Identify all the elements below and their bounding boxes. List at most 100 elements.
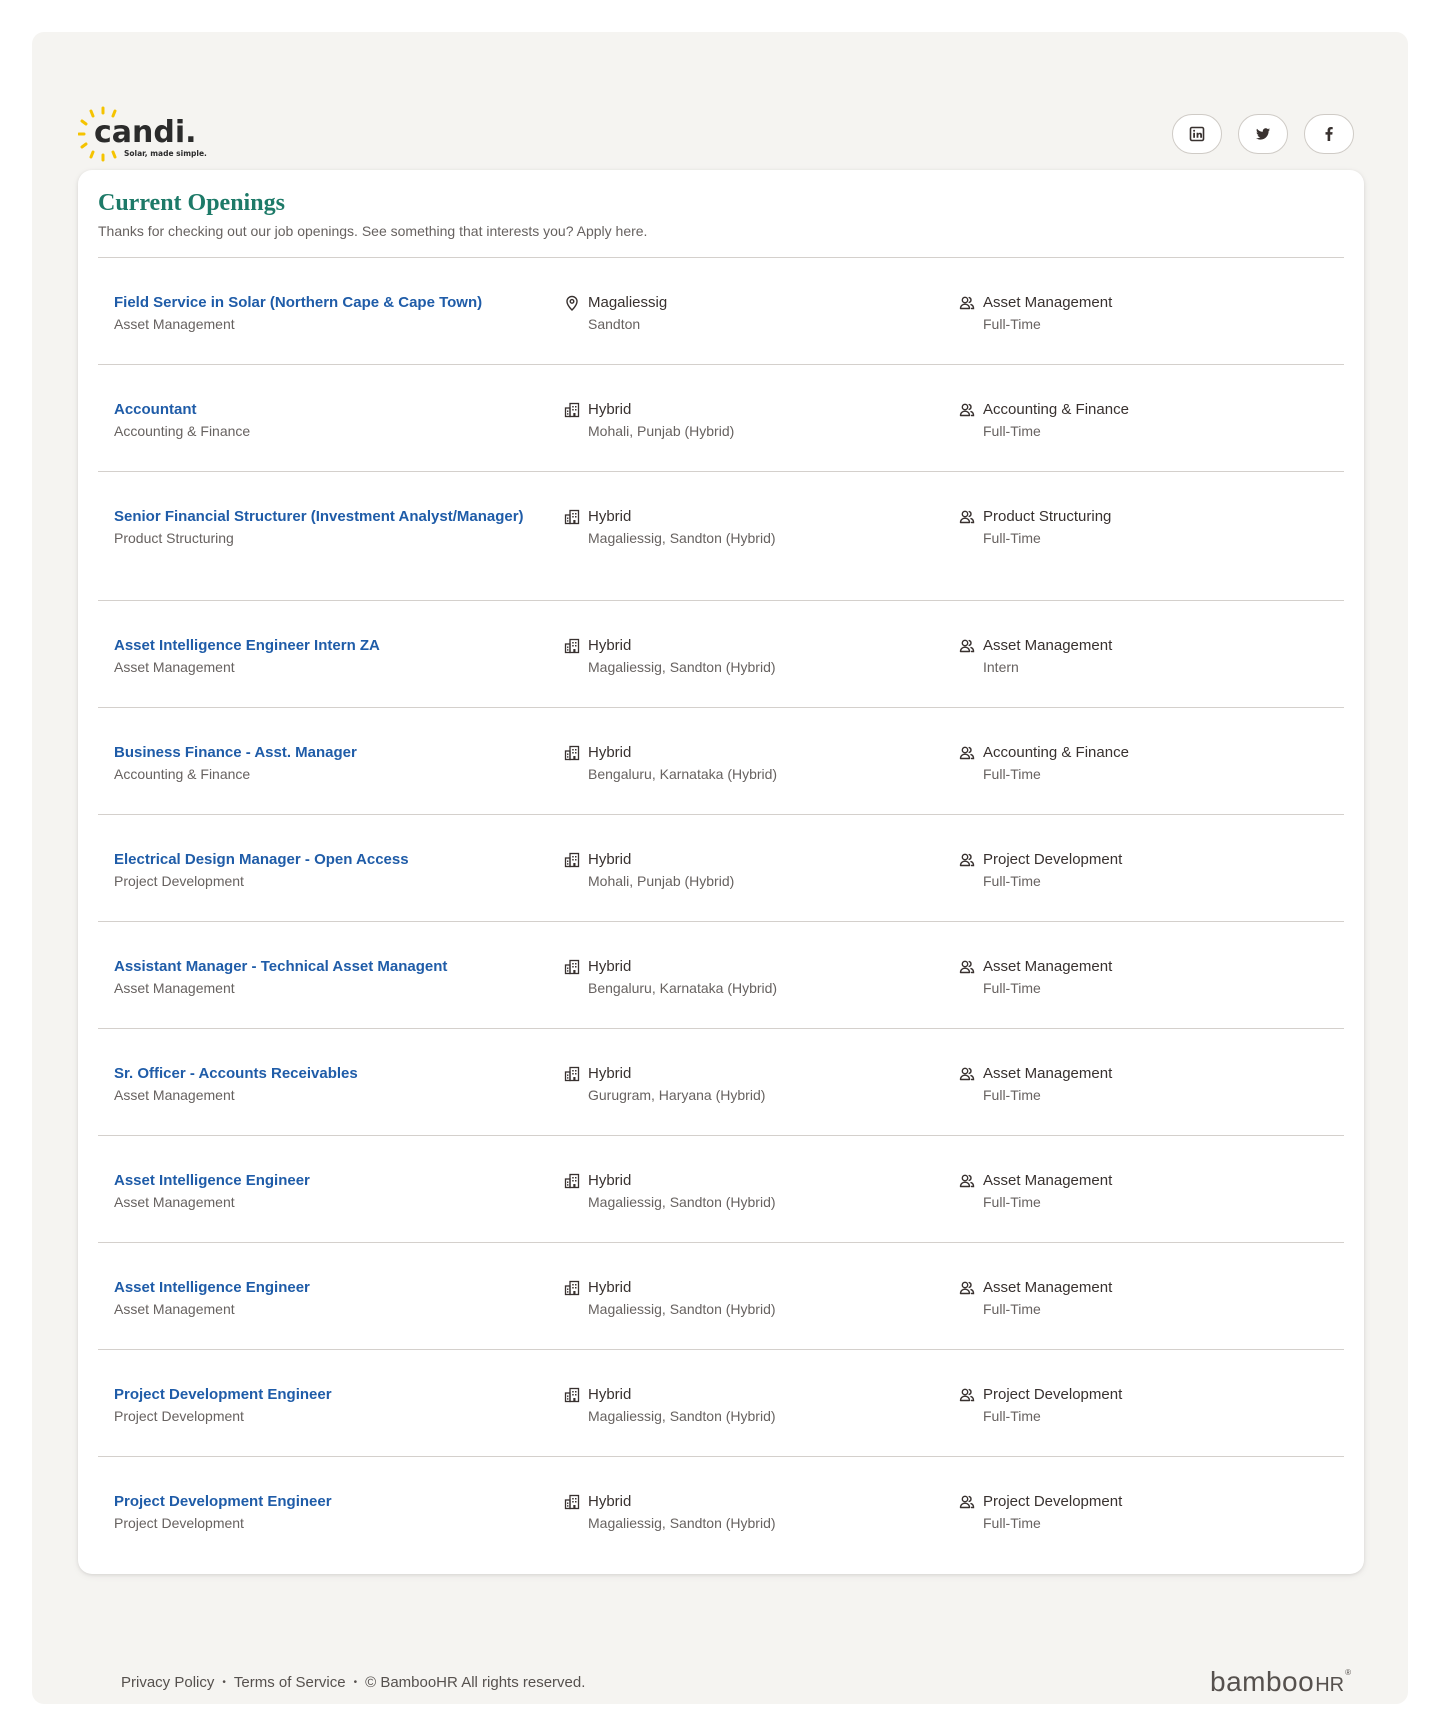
building-icon	[564, 1173, 580, 1189]
openings-card: Current Openings Thanks for checking out…	[78, 170, 1364, 1574]
job-team: Asset Management	[983, 294, 1113, 311]
job-location-type: Hybrid	[588, 958, 632, 975]
job-team: Asset Management	[983, 1065, 1113, 1082]
privacy-policy-link[interactable]: Privacy Policy	[121, 1674, 214, 1691]
job-row: Field Service in Solar (Northern Cape & …	[98, 258, 1344, 365]
job-team-column: Asset Management Full-Time	[959, 1170, 1328, 1242]
job-row: Assistant Manager - Technical Asset Mana…	[98, 922, 1344, 1029]
copyright-text: © BambooHR All rights reserved.	[365, 1673, 586, 1691]
job-title-link[interactable]: Sr. Officer - Accounts Receivables	[114, 1063, 524, 1085]
job-location: Magaliessig, Sandton (Hybrid)	[588, 1194, 776, 1210]
bamboohr-registered-mark: ®	[1345, 1668, 1351, 1677]
job-employment-type: Full-Time	[983, 766, 1041, 782]
social-links	[1172, 114, 1354, 154]
job-team: Product Structuring	[983, 508, 1112, 525]
people-icon	[959, 1387, 975, 1403]
job-title-column: Asset Intelligence Engineer Intern ZA As…	[114, 635, 564, 707]
job-location-column: Hybrid Magaliessig, Sandton (Hybrid)	[564, 1277, 959, 1349]
job-title-link[interactable]: Electrical Design Manager - Open Access	[114, 849, 524, 871]
job-department: Asset Management	[114, 980, 235, 996]
job-team-column: Asset Management Full-Time	[959, 956, 1328, 1028]
people-icon	[959, 745, 975, 761]
job-employment-type: Full-Time	[983, 980, 1041, 996]
job-location-column: Hybrid Magaliessig, Sandton (Hybrid)	[564, 635, 959, 707]
footer-separator: •	[353, 1676, 358, 1688]
job-title-column: Project Development Engineer Project Dev…	[114, 1384, 564, 1456]
job-employment-type: Full-Time	[983, 1408, 1041, 1424]
twitter-button[interactable]	[1238, 114, 1288, 154]
job-location: Magaliessig, Sandton (Hybrid)	[588, 659, 776, 675]
terms-of-service-link[interactable]: Terms of Service	[234, 1674, 346, 1691]
job-location-type: Magaliessig	[588, 294, 668, 311]
job-title-link[interactable]: Business Finance - Asst. Manager	[114, 742, 524, 764]
job-title-link[interactable]: Project Development Engineer	[114, 1384, 524, 1406]
bamboohr-wordmark: bamboo	[1210, 1666, 1315, 1697]
page-title: Current Openings	[98, 190, 285, 216]
job-location-type: Hybrid	[588, 1493, 632, 1510]
people-icon	[959, 509, 975, 525]
job-title-column: Sr. Officer - Accounts Receivables Asset…	[114, 1063, 564, 1135]
job-row: Electrical Design Manager - Open Access …	[98, 815, 1344, 922]
job-title-column: Electrical Design Manager - Open Access …	[114, 849, 564, 921]
job-location-type: Hybrid	[588, 508, 632, 525]
job-location-column: Hybrid Bengaluru, Karnataka (Hybrid)	[564, 742, 959, 814]
job-location-type: Hybrid	[588, 637, 632, 654]
job-employment-type: Full-Time	[983, 1515, 1041, 1531]
building-icon	[564, 402, 580, 418]
job-location: Mohali, Punjab (Hybrid)	[588, 423, 735, 439]
facebook-button[interactable]	[1304, 114, 1354, 154]
job-title-column: Field Service in Solar (Northern Cape & …	[114, 292, 564, 364]
job-title-link[interactable]: Asset Intelligence Engineer	[114, 1170, 524, 1192]
candi-logo[interactable]: candi. Solar, made simple.	[78, 104, 218, 164]
job-title-link[interactable]: Senior Financial Structurer (Investment …	[114, 506, 524, 528]
job-title-column: Assistant Manager - Technical Asset Mana…	[114, 956, 564, 1028]
job-department: Asset Management	[114, 1301, 235, 1317]
job-location-type: Hybrid	[588, 1172, 632, 1189]
job-department: Accounting & Finance	[114, 423, 251, 439]
job-department: Accounting & Finance	[114, 766, 251, 782]
logo-graphic: candi. Solar, made simple.	[78, 106, 207, 162]
job-employment-type: Full-Time	[983, 316, 1041, 332]
building-icon	[564, 1387, 580, 1403]
job-team: Asset Management	[983, 1172, 1113, 1189]
job-team: Accounting & Finance	[983, 744, 1129, 761]
job-location-type: Hybrid	[588, 851, 632, 868]
building-icon	[564, 852, 580, 868]
job-location-type: Hybrid	[588, 401, 632, 418]
job-team-column: Project Development Full-Time	[959, 1491, 1328, 1564]
job-title-link[interactable]: Project Development Engineer	[114, 1491, 524, 1513]
job-title-link[interactable]: Asset Intelligence Engineer	[114, 1277, 524, 1299]
bamboohr-logo[interactable]: bamboo HR ®	[1210, 1666, 1351, 1697]
job-title-column: Business Finance - Asst. Manager Account…	[114, 742, 564, 814]
job-title-link[interactable]: Asset Intelligence Engineer Intern ZA	[114, 635, 524, 657]
job-title-column: Accountant Accounting & Finance	[114, 399, 564, 471]
job-row: Business Finance - Asst. Manager Account…	[98, 708, 1344, 815]
building-icon	[564, 745, 580, 761]
job-location: Magaliessig, Sandton (Hybrid)	[588, 530, 776, 546]
job-title-link[interactable]: Assistant Manager - Technical Asset Mana…	[114, 956, 524, 978]
job-title-link[interactable]: Accountant	[114, 399, 524, 421]
bamboohr-hr: HR	[1315, 1674, 1345, 1696]
job-location-column: Hybrid Magaliessig, Sandton (Hybrid)	[564, 1384, 959, 1456]
linkedin-button[interactable]	[1172, 114, 1222, 154]
logo-tagline: Solar, made simple.	[124, 149, 207, 158]
job-location-column: Hybrid Magaliessig, Sandton (Hybrid)	[564, 1170, 959, 1242]
job-location-type: Hybrid	[588, 1279, 632, 1296]
building-icon	[564, 1494, 580, 1510]
job-title-column: Asset Intelligence Engineer Asset Manage…	[114, 1170, 564, 1242]
job-row: Sr. Officer - Accounts Receivables Asset…	[98, 1029, 1344, 1136]
job-row: Project Development Engineer Project Dev…	[98, 1457, 1344, 1564]
job-title-link[interactable]: Field Service in Solar (Northern Cape & …	[114, 292, 524, 314]
job-location: Gurugram, Haryana (Hybrid)	[588, 1087, 766, 1103]
job-employment-type: Full-Time	[983, 1087, 1041, 1103]
job-title-column: Senior Financial Structurer (Investment …	[114, 506, 564, 600]
people-icon	[959, 1494, 975, 1510]
footer-separator: •	[222, 1676, 226, 1688]
people-icon	[959, 1280, 975, 1296]
job-list: Field Service in Solar (Northern Cape & …	[98, 258, 1344, 1564]
job-location-column: Hybrid Bengaluru, Karnataka (Hybrid)	[564, 956, 959, 1028]
job-team: Project Development	[983, 1493, 1123, 1510]
job-location-type: Hybrid	[588, 744, 632, 761]
job-employment-type: Full-Time	[983, 1194, 1041, 1210]
job-team-column: Project Development Full-Time	[959, 1384, 1328, 1456]
